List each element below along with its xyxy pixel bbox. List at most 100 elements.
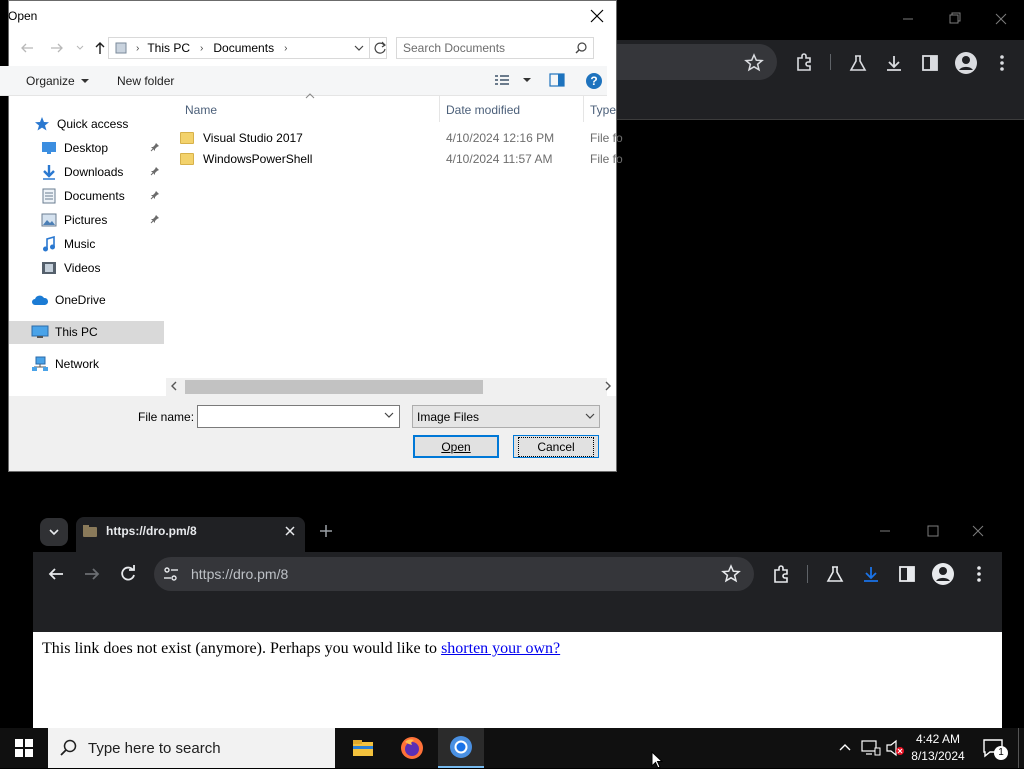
- file-explorer-taskbar-icon[interactable]: [340, 728, 386, 768]
- bg-extensions-icon[interactable]: [794, 52, 814, 72]
- bg-minimize-icon[interactable]: [897, 10, 919, 28]
- file-name-dropdown-icon[interactable]: [384, 411, 394, 419]
- start-button[interactable]: [0, 728, 48, 768]
- help-button[interactable]: ?: [585, 72, 603, 90]
- scroll-right-icon[interactable]: [604, 381, 612, 391]
- network-status-icon[interactable]: [861, 739, 881, 757]
- notification-center-button[interactable]: 1: [982, 738, 1008, 760]
- side-panel-icon[interactable]: [897, 564, 917, 584]
- breadcrumb-this-pc[interactable]: This PC: [147, 41, 190, 55]
- dialog-close-button[interactable]: [583, 3, 611, 29]
- documents-icon: [40, 188, 58, 204]
- tab-close-icon[interactable]: [283, 524, 297, 538]
- nav-item-quick-access[interactable]: Quick access: [33, 113, 128, 135]
- url-text[interactable]: https://dro.pm/8: [191, 566, 288, 582]
- bg-side-panel-icon[interactable]: [920, 53, 940, 73]
- nav-item-network[interactable]: Network: [31, 353, 99, 375]
- change-view-button[interactable]: [494, 73, 532, 87]
- dialog-title: Open: [8, 9, 38, 23]
- scroll-left-icon[interactable]: [170, 381, 178, 391]
- show-desktop-button[interactable]: [1018, 728, 1024, 768]
- computer-icon: [31, 324, 49, 340]
- bg-profile-avatar-icon[interactable]: [954, 51, 978, 75]
- nav-item-downloads[interactable]: Downloads: [40, 161, 123, 183]
- cloud-icon: [31, 292, 49, 308]
- breadcrumb-separator-icon: ›: [284, 42, 288, 54]
- cancel-button-label: Cancel: [518, 436, 594, 457]
- nav-item-music[interactable]: Music: [40, 233, 95, 255]
- maximize-icon[interactable]: [922, 522, 944, 540]
- column-divider[interactable]: [439, 96, 440, 122]
- chrome-taskbar-icon[interactable]: [438, 728, 484, 768]
- svg-text:?: ?: [590, 74, 597, 88]
- volume-muted-icon[interactable]: [885, 739, 905, 757]
- new-folder-button[interactable]: New folder: [117, 74, 174, 88]
- show-hidden-icons-chevron-icon[interactable]: [838, 740, 852, 754]
- preview-pane-button[interactable]: [549, 73, 565, 87]
- nav-item-label: Music: [64, 237, 96, 251]
- pictures-icon: [40, 212, 58, 228]
- back-button[interactable]: [15, 36, 39, 60]
- browser-reload-icon[interactable]: [118, 564, 138, 584]
- download-arrow-icon: [40, 164, 58, 180]
- file-row[interactable]: WindowsPowerShell 4/10/2024 11:57 AM File …: [175, 149, 623, 169]
- site-info-tune-icon[interactable]: [162, 566, 180, 582]
- menu-dots-icon[interactable]: [971, 564, 987, 584]
- column-divider[interactable]: [583, 96, 584, 122]
- nav-item-desktop[interactable]: Desktop: [40, 137, 108, 159]
- bg-download-icon[interactable]: [884, 53, 904, 73]
- file-type-select[interactable]: Image Files: [412, 405, 600, 428]
- nav-item-documents[interactable]: Documents: [40, 185, 125, 207]
- nav-item-this-pc[interactable]: This PC: [31, 321, 98, 343]
- mouse-cursor-icon: [651, 751, 663, 769]
- file-type-value: Image Files: [417, 409, 480, 424]
- file-row[interactable]: Visual Studio 2017 4/10/2024 12:16 PM File…: [175, 128, 623, 148]
- bg-menu-dots-icon[interactable]: [994, 53, 1010, 73]
- address-bar[interactable]: › This PC › Documents ›: [108, 37, 387, 59]
- file-name-input[interactable]: [197, 405, 400, 428]
- address-history-dropdown-icon[interactable]: [354, 42, 364, 54]
- bg-labs-flask-icon[interactable]: [848, 53, 868, 73]
- clock-time: 4:42 AM: [915, 732, 961, 746]
- column-date-modified[interactable]: Date modified: [446, 103, 520, 117]
- browser-forward-icon[interactable]: [82, 564, 102, 584]
- file-name: WindowsPowerShell: [203, 152, 313, 166]
- labs-flask-icon[interactable]: [825, 564, 845, 584]
- nav-item-videos[interactable]: Videos: [40, 257, 100, 279]
- shorten-link[interactable]: shorten your own?: [441, 640, 560, 657]
- bg-restore-icon[interactable]: [944, 10, 966, 28]
- extensions-icon[interactable]: [771, 564, 791, 584]
- bookmark-star-icon[interactable]: [721, 564, 741, 584]
- profile-avatar-icon[interactable]: [931, 562, 955, 586]
- cancel-button[interactable]: Cancel: [513, 435, 599, 458]
- nav-item-pictures[interactable]: Pictures: [40, 209, 107, 231]
- videos-icon: [40, 260, 58, 276]
- forward-button[interactable]: [45, 36, 69, 60]
- organize-button[interactable]: Organize: [26, 74, 90, 88]
- page-message-text: This link does not exist (anymore). Perh…: [42, 640, 438, 657]
- refresh-icon[interactable]: [373, 41, 387, 55]
- window-close-icon[interactable]: [967, 522, 989, 540]
- nav-item-onedrive[interactable]: OneDrive: [31, 289, 106, 311]
- new-tab-plus-icon[interactable]: [318, 523, 334, 539]
- firefox-taskbar-icon[interactable]: [389, 728, 435, 768]
- column-type[interactable]: Type: [590, 103, 616, 117]
- bg-bookmark-star-icon[interactable]: [744, 53, 764, 73]
- search-documents-input[interactable]: Search Documents: [396, 37, 594, 59]
- tab-search-button[interactable]: [40, 518, 68, 546]
- bg-close-icon[interactable]: [990, 10, 1012, 28]
- taskbar-clock[interactable]: 4:42 AM 8/13/2024: [903, 731, 973, 765]
- download-icon[interactable]: [861, 564, 881, 584]
- taskbar-search-box[interactable]: Type here to search: [48, 728, 335, 768]
- breadcrumb-documents[interactable]: Documents: [213, 41, 274, 55]
- column-name[interactable]: Name: [185, 103, 217, 117]
- browser-back-icon[interactable]: [46, 564, 66, 584]
- open-button[interactable]: Open: [413, 435, 499, 458]
- minimize-icon[interactable]: [874, 522, 896, 540]
- caret-down-icon: [80, 79, 89, 83]
- folder-icon: [180, 153, 194, 165]
- pin-icon: [150, 214, 160, 224]
- pin-icon: [150, 190, 160, 200]
- search-icon: [60, 739, 77, 756]
- scrollbar-thumb[interactable]: [185, 380, 483, 394]
